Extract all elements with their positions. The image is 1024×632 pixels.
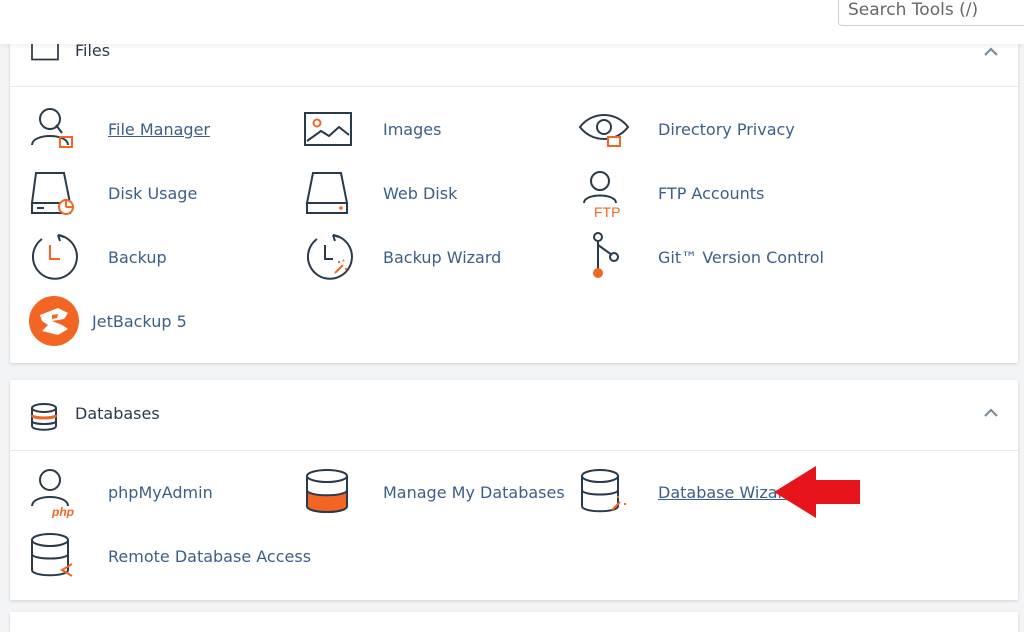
file-manager-icon <box>31 108 73 148</box>
tool-phpmyadmin[interactable]: php phpMyAdmin <box>28 466 213 518</box>
tool-remote-database-access[interactable]: Remote Database Access <box>28 530 311 582</box>
image-icon <box>304 112 352 146</box>
tool-file-manager[interactable]: File Manager <box>28 103 210 155</box>
ftp-accounts-label[interactable]: FTP Accounts <box>658 184 764 203</box>
top-bar <box>0 0 1024 44</box>
tool-web-disk[interactable]: Web Disk <box>303 167 457 219</box>
database-wizard-icon <box>581 469 626 513</box>
jetbackup-logo-icon <box>29 296 79 346</box>
backup-clock-icon <box>32 234 78 280</box>
remote-database-icon <box>31 533 73 577</box>
chevron-up-icon[interactable] <box>982 45 1000 59</box>
search-tools-input[interactable] <box>839 0 1024 25</box>
disk-usage-icon <box>30 172 74 215</box>
eye-icon <box>578 114 630 147</box>
remote-database-access-label[interactable]: Remote Database Access <box>108 547 311 566</box>
php-icon-text: php <box>51 505 74 518</box>
tool-disk-usage[interactable]: Disk Usage <box>28 167 197 219</box>
jetbackup-label[interactable]: JetBackup 5 <box>92 312 187 331</box>
git-branch-icon <box>593 232 619 278</box>
ftp-accounts-icon: FTP <box>583 171 620 219</box>
tool-images[interactable]: Images <box>303 103 441 155</box>
tool-directory-privacy[interactable]: Directory Privacy <box>578 103 795 155</box>
directory-privacy-label[interactable]: Directory Privacy <box>658 120 795 139</box>
web-disk-label[interactable]: Web Disk <box>383 184 457 203</box>
file-manager-label[interactable]: File Manager <box>108 120 210 139</box>
tool-git-version-control[interactable]: Git™ Version Control <box>578 231 824 283</box>
manage-my-databases-label[interactable]: Manage My Databases <box>383 483 565 502</box>
backup-wizard-icon <box>307 234 353 280</box>
images-label[interactable]: Images <box>383 120 441 139</box>
databases-panel-header[interactable]: Databases <box>10 380 1018 451</box>
next-panel-edge <box>10 612 1018 632</box>
tool-manage-my-databases[interactable]: Manage My Databases <box>303 466 565 518</box>
manage-databases-icon <box>306 469 348 513</box>
tool-database-wizard[interactable]: Database Wizard <box>578 466 794 518</box>
database-icon <box>30 403 58 431</box>
databases-panel: Databases php phpMyAdmin Manage My Datab… <box>10 380 1018 600</box>
backup-wizard-label[interactable]: Backup Wizard <box>383 248 501 267</box>
chevron-up-icon[interactable] <box>982 406 1000 420</box>
tool-backup-wizard[interactable]: Backup Wizard <box>303 231 501 283</box>
git-version-control-label[interactable]: Git™ Version Control <box>658 248 824 267</box>
databases-title: Databases <box>75 404 160 423</box>
search-tools-box[interactable] <box>838 0 1024 26</box>
tool-jetbackup[interactable]: JetBackup 5 <box>28 295 187 347</box>
files-panel: Files File Manager Images Directory Priv… <box>10 0 1018 363</box>
phpmyadmin-label[interactable]: phpMyAdmin <box>108 483 213 502</box>
phpmyadmin-icon: php <box>31 469 74 518</box>
ftp-icon-text: FTP <box>594 204 620 219</box>
red-arrow-annotation <box>774 466 860 518</box>
tool-ftp-accounts[interactable]: FTP FTP Accounts <box>578 167 764 219</box>
tool-backup[interactable]: Backup <box>28 231 167 283</box>
disk-usage-label[interactable]: Disk Usage <box>108 184 197 203</box>
backup-label[interactable]: Backup <box>108 248 167 267</box>
web-disk-icon <box>305 172 349 214</box>
